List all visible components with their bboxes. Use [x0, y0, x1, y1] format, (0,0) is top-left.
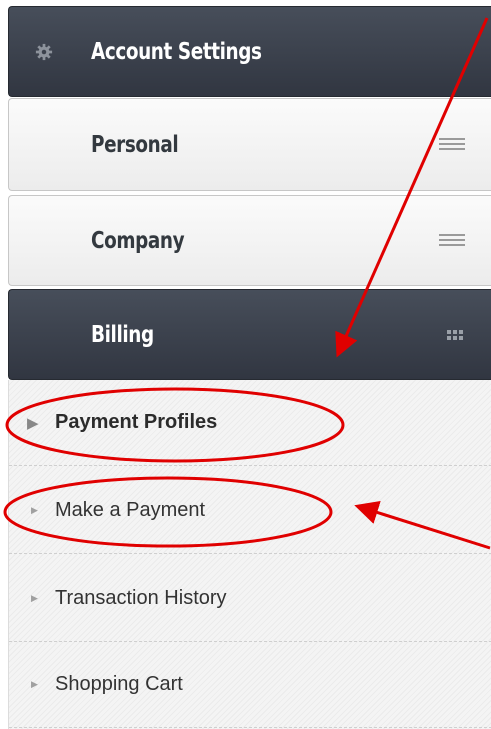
section-company[interactable]: Company: [8, 195, 491, 286]
caret-right-icon: ▶: [31, 505, 38, 515]
section-billing-label: Billing: [91, 321, 154, 348]
caret-right-icon: ▶: [27, 414, 39, 432]
submenu-item-make-a-payment[interactable]: ▶ Make a Payment: [9, 468, 491, 554]
gear-icon: [35, 43, 53, 61]
submenu-item-shopping-cart[interactable]: ▶ Shopping Cart: [9, 642, 491, 728]
section-personal[interactable]: Personal: [8, 98, 491, 191]
billing-submenu: ▶ Payment Profiles ▶ Make a Payment ▶ Tr…: [8, 380, 491, 729]
caret-right-icon: ▶: [31, 679, 38, 689]
caret-right-icon: ▶: [31, 593, 38, 603]
submenu-item-label: Shopping Cart: [55, 673, 183, 695]
submenu-item-label: Make a Payment: [55, 499, 206, 521]
menu-lines-icon: [439, 233, 465, 248]
section-company-label: Company: [91, 227, 185, 254]
submenu-item-label: Transaction History: [55, 587, 227, 609]
submenu-item-transaction-history[interactable]: ▶ Transaction History: [9, 556, 491, 642]
account-settings-title: Account Settings: [91, 38, 262, 65]
section-billing[interactable]: Billing: [8, 289, 491, 380]
menu-lines-icon: [439, 137, 465, 152]
account-settings-header[interactable]: Account Settings: [8, 6, 491, 97]
grid-dots-icon: [447, 329, 463, 340]
submenu-item-payment-profiles[interactable]: ▶ Payment Profiles: [9, 380, 491, 466]
section-personal-label: Personal: [91, 131, 179, 158]
submenu-item-label: Payment Profiles: [55, 411, 218, 433]
